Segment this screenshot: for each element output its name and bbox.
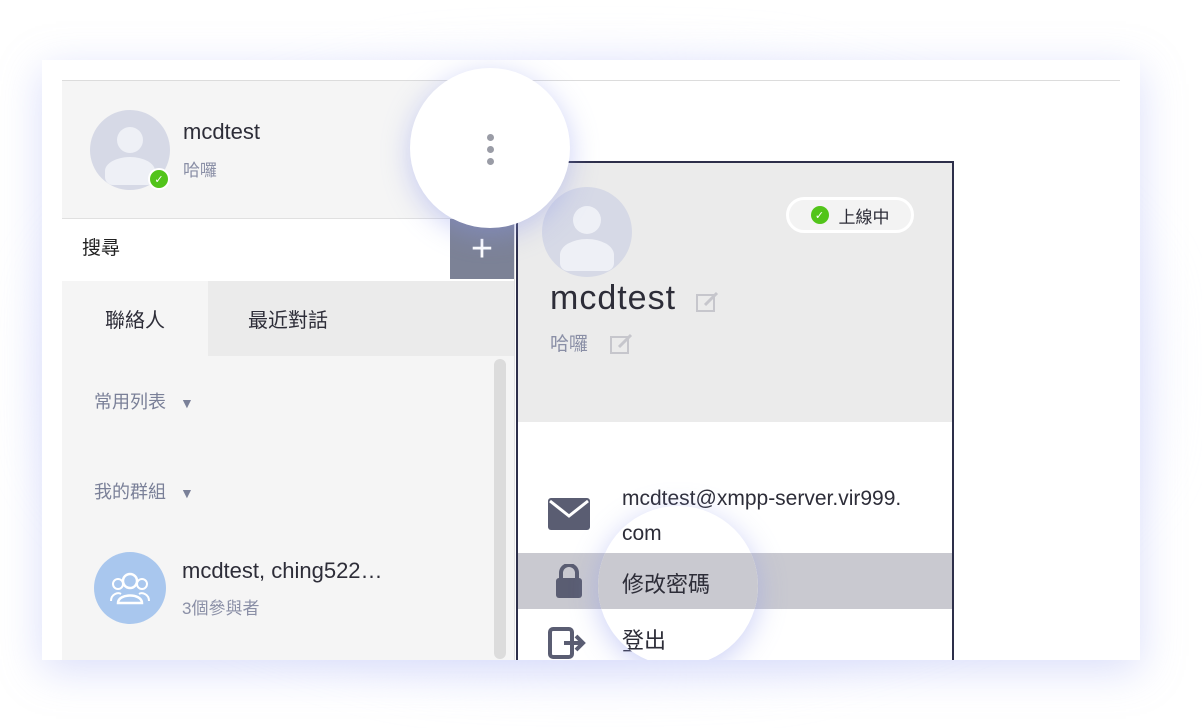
logout-icon [548,625,588,660]
scrollbar[interactable] [494,359,506,659]
group-users-icon [94,552,166,624]
avatar[interactable] [542,187,632,277]
kebab-menu-icon[interactable] [485,134,495,170]
edit-pencil-icon[interactable] [696,291,719,312]
plus-icon: + [470,227,494,270]
profile-status: 哈囉 [550,334,589,355]
section-label: 我的群組 [94,482,166,502]
email-spot-tail: com [622,522,662,545]
tab-recent-chats[interactable]: 最近對話 [208,281,368,356]
profile-panel-header: ✓ 上線中 mcdtest 哈囉 [518,163,952,422]
profile-name: mcdtest [550,279,677,317]
section-label: 常用列表 [94,392,166,412]
user-status: 哈囉 [183,161,217,180]
tab-label: 聯絡人 [105,310,165,332]
change-password-spot-label: 修改密碼 [622,572,711,597]
app-window: ✓ mcdtest 哈囉 + 聯絡人 最近對話 常用列表 ▼ 我的群組 ▼ [42,60,1140,660]
add-contact-button[interactable]: + [450,219,514,279]
dropdown-triangle-icon: ▼ [180,485,194,501]
presence-status-button[interactable]: ✓ 上線中 [786,197,914,233]
spotlight-kebab [410,68,570,228]
search-input[interactable] [62,219,450,279]
lock-icon [554,563,584,603]
online-check-icon: ✓ [148,168,170,190]
my-groups-section-toggle[interactable]: 我的群組 ▼ [94,478,194,504]
online-check-icon: ✓ [810,206,829,224]
favorites-section-toggle[interactable]: 常用列表 ▼ [94,388,194,414]
presence-label: 上線中 [838,207,890,227]
logout-spot-label: 登出 [622,628,667,653]
edit-pencil-icon[interactable] [610,333,633,354]
dropdown-triangle-icon: ▼ [180,395,194,411]
tab-label: 最近對話 [248,310,328,332]
spotlight-change-password: 修改密碼 com 登出 [598,506,758,660]
group-name: mcdtest, ching522… [182,558,383,583]
envelope-icon [548,498,590,535]
group-participants: 3個參與者 [182,599,260,618]
tab-bar: 聯絡人 最近對話 [62,281,514,356]
user-name: mcdtest [183,119,261,144]
search-bar: + [62,218,514,282]
tab-contacts[interactable]: 聯絡人 [62,281,208,356]
